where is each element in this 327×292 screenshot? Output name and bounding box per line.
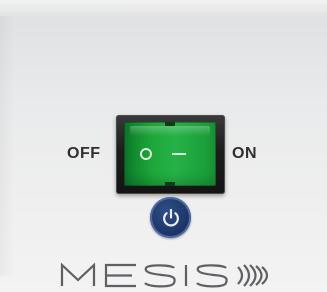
on-label: ON	[232, 145, 257, 162]
power-icon	[162, 208, 179, 226]
panel-shadow	[0, 16, 14, 276]
on-symbol-icon	[172, 153, 186, 155]
rocker-highlight	[130, 126, 210, 136]
signal-waves-icon	[237, 264, 269, 287]
brand-logo	[60, 262, 269, 288]
off-symbol-icon	[140, 148, 152, 160]
rocker-tab-bottom	[165, 182, 175, 186]
off-label: OFF	[67, 145, 101, 162]
rocker-tab-top	[165, 122, 175, 126]
panel-top-edge	[0, 0, 327, 16]
power-button[interactable]	[150, 197, 191, 238]
